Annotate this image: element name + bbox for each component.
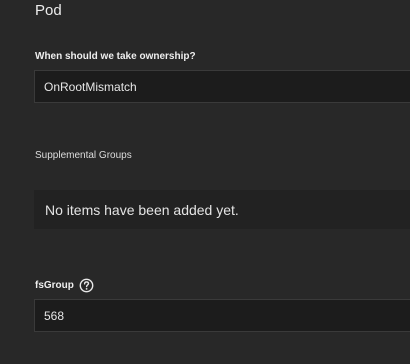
ownership-select[interactable]: OnRootMismatch [34,70,410,103]
ownership-label: When should we take ownership? [35,51,196,62]
help-circle-icon[interactable] [79,278,94,293]
pod-settings-panel: Pod When should we take ownership? OnRoo… [0,0,410,364]
supplemental-groups-list: No items have been added yet. [34,190,410,229]
empty-list-message: No items have been added yet. [45,201,239,218]
fsgroup-label: fsGroup [35,280,74,291]
supplemental-groups-label: Supplemental Groups [35,150,132,161]
fsgroup-value: 568 [44,308,65,323]
ownership-value: OnRootMismatch [44,79,137,94]
section-title: Pod [35,2,62,19]
fsgroup-input[interactable]: 568 [34,299,410,332]
